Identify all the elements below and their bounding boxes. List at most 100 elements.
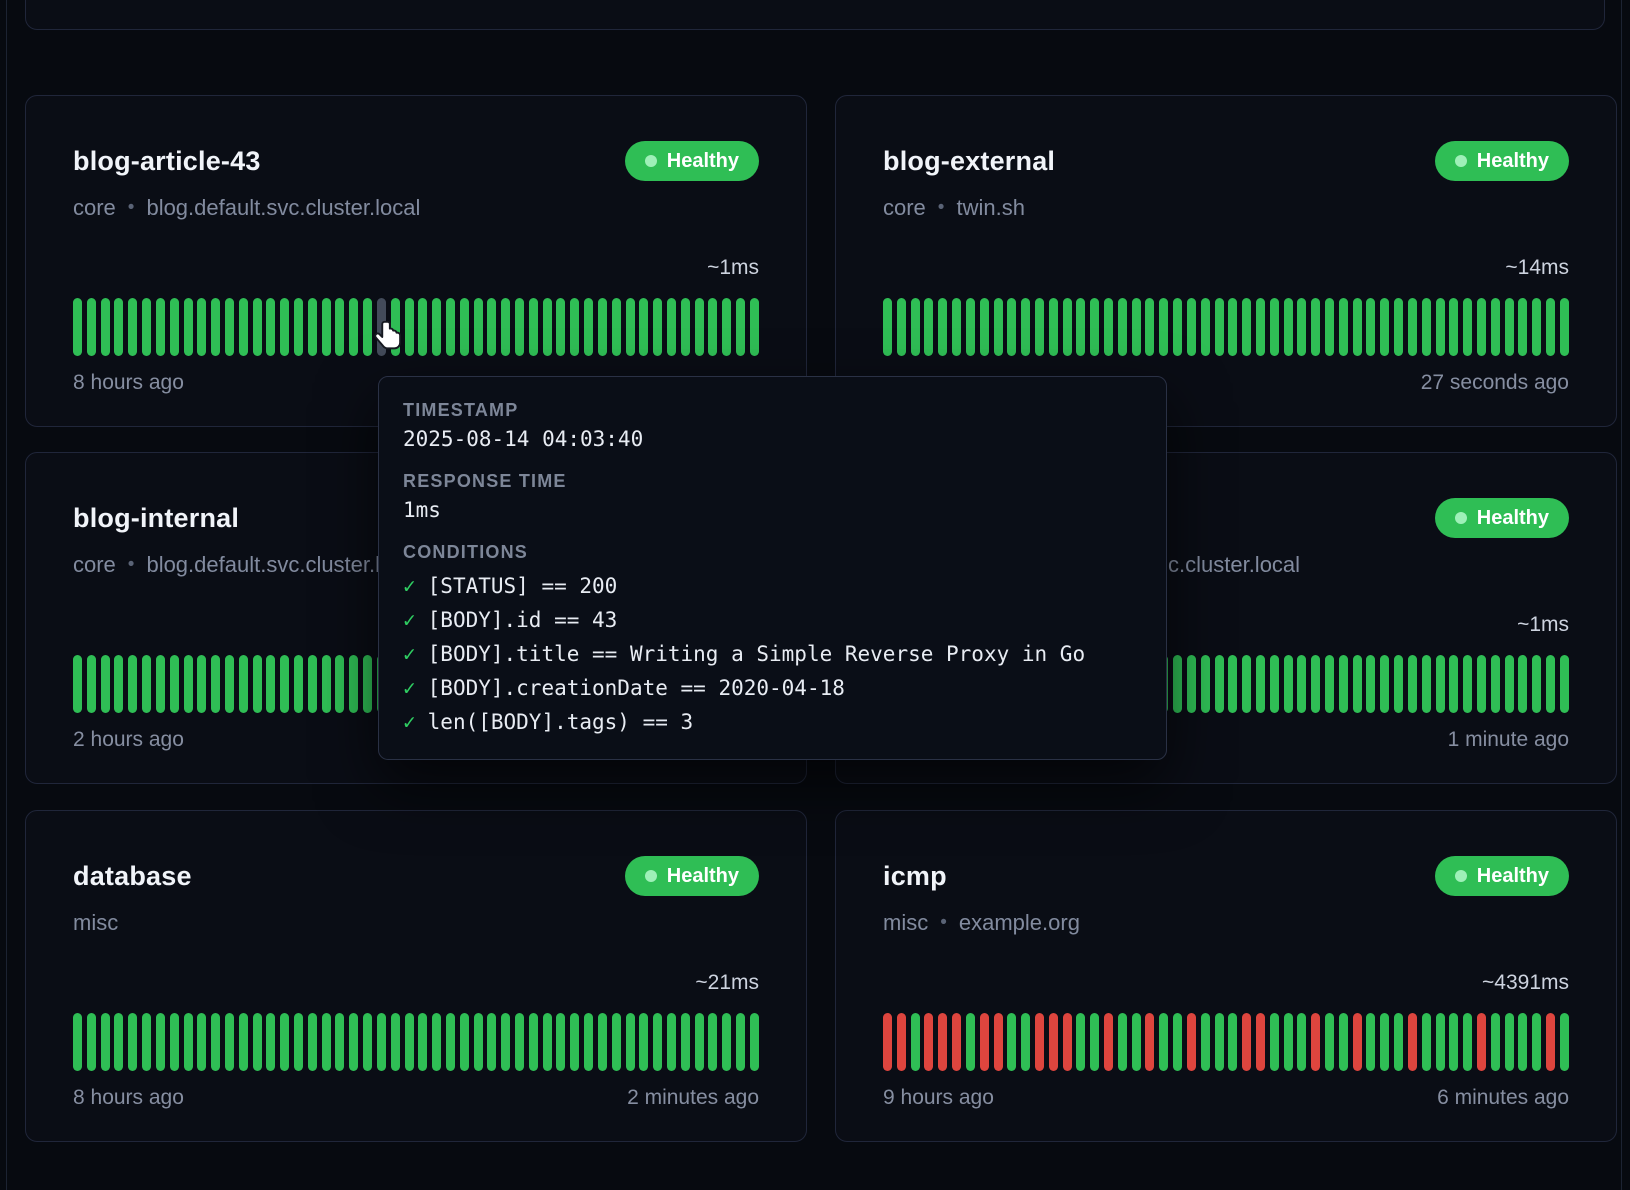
uptime-bar[interactable]: [460, 1013, 469, 1071]
uptime-bar[interactable]: [1201, 298, 1210, 356]
uptime-bar[interactable]: [1560, 1013, 1569, 1071]
uptime-bar[interactable]: [156, 655, 165, 713]
uptime-bar[interactable]: [239, 298, 248, 356]
uptime-bar[interactable]: [1518, 298, 1527, 356]
uptime-bar[interactable]: [280, 1013, 289, 1071]
uptime-bar[interactable]: [266, 655, 275, 713]
uptime-bar[interactable]: [1118, 1013, 1127, 1071]
uptime-bar[interactable]: [1532, 655, 1541, 713]
uptime-bar[interactable]: [1035, 298, 1044, 356]
uptime-bar[interactable]: [101, 1013, 110, 1071]
uptime-bar[interactable]: [73, 298, 82, 356]
uptime-bar[interactable]: [239, 1013, 248, 1071]
uptime-bar[interactable]: [653, 1013, 662, 1071]
uptime-bar[interactable]: [883, 1013, 892, 1071]
uptime-bar[interactable]: [1339, 1013, 1348, 1071]
uptime-bar[interactable]: [1242, 298, 1251, 356]
uptime-bar[interactable]: [1145, 298, 1154, 356]
uptime-bar[interactable]: [1546, 1013, 1555, 1071]
uptime-bar[interactable]: [911, 298, 920, 356]
uptime-bar[interactable]: [377, 298, 386, 356]
uptime-bar[interactable]: [128, 655, 137, 713]
uptime-bars[interactable]: [883, 1013, 1569, 1071]
uptime-bar[interactable]: [184, 655, 193, 713]
uptime-bar[interactable]: [266, 298, 275, 356]
uptime-bar[interactable]: [653, 298, 662, 356]
uptime-bar[interactable]: [1463, 1013, 1472, 1071]
uptime-bar[interactable]: [266, 1013, 275, 1071]
uptime-bar[interactable]: [1173, 655, 1182, 713]
uptime-bar[interactable]: [128, 298, 137, 356]
uptime-bar[interactable]: [308, 298, 317, 356]
uptime-bar[interactable]: [1366, 298, 1375, 356]
uptime-bar[interactable]: [626, 298, 635, 356]
uptime-bar[interactable]: [994, 1013, 1003, 1071]
uptime-bar[interactable]: [938, 298, 947, 356]
uptime-bar[interactable]: [736, 1013, 745, 1071]
uptime-bar[interactable]: [1021, 298, 1030, 356]
uptime-bar[interactable]: [197, 655, 206, 713]
uptime-bar[interactable]: [1339, 655, 1348, 713]
uptime-bars[interactable]: [883, 298, 1569, 356]
uptime-bar[interactable]: [114, 1013, 123, 1071]
uptime-bar[interactable]: [1187, 655, 1196, 713]
uptime-bar[interactable]: [184, 298, 193, 356]
uptime-bar[interactable]: [335, 655, 344, 713]
uptime-bar[interactable]: [349, 1013, 358, 1071]
uptime-bar[interactable]: [1422, 298, 1431, 356]
uptime-bar[interactable]: [543, 298, 552, 356]
uptime-bar[interactable]: [722, 298, 731, 356]
uptime-bar[interactable]: [73, 1013, 82, 1071]
uptime-bar[interactable]: [322, 298, 331, 356]
uptime-bar[interactable]: [1297, 1013, 1306, 1071]
uptime-bar[interactable]: [391, 298, 400, 356]
uptime-bar[interactable]: [952, 298, 961, 356]
uptime-bar[interactable]: [1394, 1013, 1403, 1071]
uptime-bar[interactable]: [1270, 1013, 1279, 1071]
uptime-bar[interactable]: [639, 298, 648, 356]
uptime-bar[interactable]: [529, 298, 538, 356]
uptime-bar[interactable]: [598, 1013, 607, 1071]
uptime-bar[interactable]: [1187, 298, 1196, 356]
uptime-bars[interactable]: [73, 1013, 759, 1071]
uptime-bar[interactable]: [73, 655, 82, 713]
uptime-bar[interactable]: [391, 1013, 400, 1071]
uptime-bar[interactable]: [1104, 298, 1113, 356]
uptime-bar[interactable]: [1408, 298, 1417, 356]
uptime-bar[interactable]: [1256, 1013, 1265, 1071]
uptime-bar[interactable]: [1007, 298, 1016, 356]
uptime-bar[interactable]: [1353, 655, 1362, 713]
uptime-bar[interactable]: [681, 1013, 690, 1071]
uptime-bar[interactable]: [294, 655, 303, 713]
uptime-bar[interactable]: [966, 1013, 975, 1071]
uptime-bar[interactable]: [1284, 1013, 1293, 1071]
uptime-bar[interactable]: [695, 1013, 704, 1071]
uptime-bar[interactable]: [363, 1013, 372, 1071]
uptime-bar[interactable]: [612, 1013, 621, 1071]
uptime-bar[interactable]: [1491, 655, 1500, 713]
uptime-bar[interactable]: [750, 298, 759, 356]
uptime-bar[interactable]: [1297, 655, 1306, 713]
uptime-bar[interactable]: [1049, 1013, 1058, 1071]
uptime-bar[interactable]: [1518, 1013, 1527, 1071]
uptime-bar[interactable]: [1104, 1013, 1113, 1071]
uptime-bar[interactable]: [418, 1013, 427, 1071]
uptime-bar[interactable]: [897, 1013, 906, 1071]
uptime-bar[interactable]: [170, 298, 179, 356]
uptime-bar[interactable]: [1408, 1013, 1417, 1071]
uptime-bar[interactable]: [1132, 1013, 1141, 1071]
uptime-bar[interactable]: [156, 1013, 165, 1071]
uptime-bar[interactable]: [335, 298, 344, 356]
uptime-bar[interactable]: [363, 655, 372, 713]
uptime-bar[interactable]: [1063, 298, 1072, 356]
uptime-bar[interactable]: [128, 1013, 137, 1071]
endpoint-card-database[interactable]: database Healthy misc ~21ms 8 hours ago …: [25, 810, 807, 1142]
uptime-bar[interactable]: [418, 298, 427, 356]
uptime-bar[interactable]: [1325, 1013, 1334, 1071]
uptime-bar[interactable]: [980, 298, 989, 356]
uptime-bar[interactable]: [924, 1013, 933, 1071]
uptime-bar[interactable]: [474, 298, 483, 356]
uptime-bar[interactable]: [405, 1013, 414, 1071]
uptime-bar[interactable]: [1546, 298, 1555, 356]
uptime-bar[interactable]: [1215, 655, 1224, 713]
